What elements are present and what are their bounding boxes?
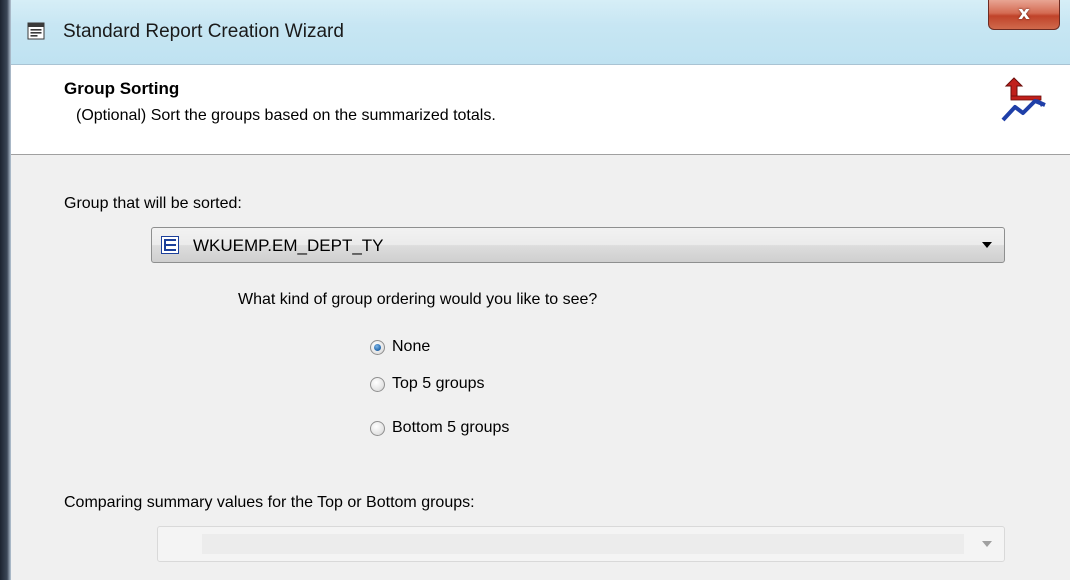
sort-chart-icon [1001,77,1046,122]
wizard-body: Group that will be sorted: WKUEMP.EM_DEP… [11,155,1070,580]
group-field-icon [161,236,179,254]
ordering-question: What kind of group ordering would you li… [238,291,598,308]
chevron-down-icon [982,242,992,248]
radio-bottom-5-button[interactable] [370,421,385,436]
group-select-label: Group that will be sorted: [64,195,242,212]
radio-none-label: None [392,338,431,355]
chevron-down-icon [982,541,992,547]
wizard-header: Group Sorting (Optional) Sort the groups… [11,65,1070,155]
radio-top-5-button[interactable] [370,377,385,392]
radio-bottom-5-label: Bottom 5 groups [392,419,510,436]
summary-select-label: Comparing summary values for the Top or … [64,494,475,511]
background-edge [0,0,11,580]
radio-top-5-label: Top 5 groups [392,375,485,392]
window-title: Standard Report Creation Wizard [63,21,344,42]
group-select-value: WKUEMP.EM_DEPT_TY [193,236,384,255]
page-subtitle: (Optional) Sort the groups based on the … [76,107,496,124]
report-app-icon [27,22,45,40]
summary-select-dropdown[interactable] [157,526,1005,562]
summary-select-field [202,534,964,554]
radio-none-button[interactable] [370,340,385,355]
page-title: Group Sorting [64,79,180,98]
screen: Standard Report Creation Wizard x Group … [0,0,1070,580]
close-button[interactable]: x [988,0,1060,30]
group-select-dropdown[interactable]: WKUEMP.EM_DEPT_TY [151,227,1005,263]
title-bar: Standard Report Creation Wizard x [11,0,1070,65]
close-icon: x [1018,3,1030,24]
